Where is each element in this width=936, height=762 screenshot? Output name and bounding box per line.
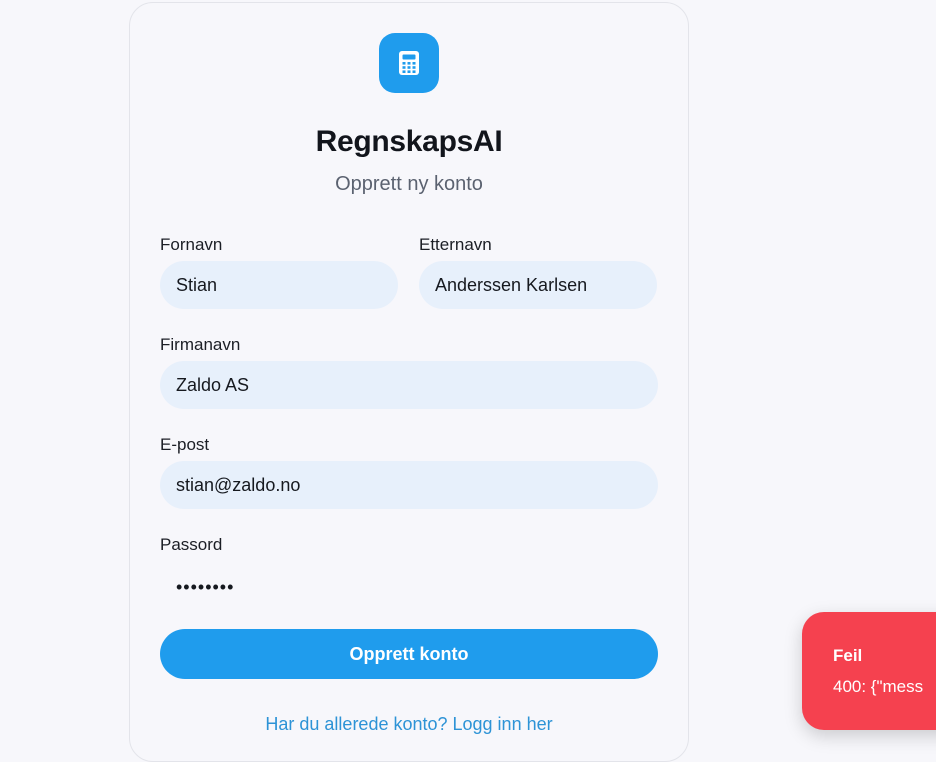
password-label: Passord (160, 535, 223, 554)
last-name-label: Etternavn (419, 235, 492, 254)
email-label: E-post (160, 435, 210, 454)
login-link[interactable]: Har du allerede konto? Logg inn her (130, 714, 688, 735)
first-name-input[interactable] (160, 261, 398, 309)
page-subtitle: Opprett ny konto (335, 173, 483, 195)
company-label: Firmanavn (160, 335, 241, 354)
toast-message: 400: {"mess (833, 677, 924, 696)
toast-title: Feil (833, 646, 863, 665)
app-logo (379, 33, 439, 93)
last-name-input[interactable] (419, 261, 657, 309)
error-toast[interactable]: Feil 400: {"mess (802, 612, 936, 730)
create-account-button[interactable]: Opprett konto (160, 629, 658, 679)
calculator-icon (399, 51, 419, 75)
first-name-label: Fornavn (160, 235, 223, 254)
password-input[interactable]: •••••••• (160, 563, 658, 611)
company-input[interactable] (160, 361, 658, 409)
email-input[interactable] (160, 461, 658, 509)
app-title: RegnskapsAI (315, 125, 503, 158)
signup-card: RegnskapsAI Opprett ny konto Fornavn Ett… (129, 2, 689, 762)
